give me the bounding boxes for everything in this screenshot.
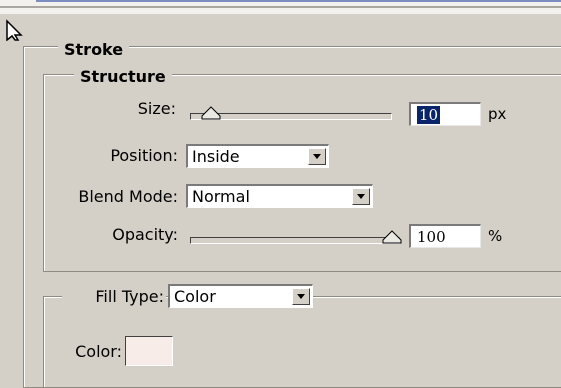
color-swatch[interactable] xyxy=(125,336,173,366)
size-label: Size: xyxy=(137,99,176,118)
size-value: 10 xyxy=(417,106,441,124)
position-dropdown-button[interactable] xyxy=(308,148,326,165)
position-value: Inside xyxy=(192,147,240,166)
structure-title: Structure xyxy=(74,68,172,86)
size-slider-thumb[interactable] xyxy=(201,106,221,120)
top-divider xyxy=(0,6,561,8)
color-label: Color: xyxy=(75,342,122,361)
blend-mode-label: Blend Mode: xyxy=(78,187,178,206)
size-input[interactable]: 10 xyxy=(409,102,481,126)
fill-type-select[interactable]: Color xyxy=(168,284,313,308)
chevron-down-icon xyxy=(313,154,321,159)
chevron-down-icon xyxy=(297,294,305,299)
stroke-title: Stroke xyxy=(58,41,130,59)
chevron-down-icon xyxy=(357,194,365,199)
size-unit: px xyxy=(488,105,507,123)
cursor-icon xyxy=(6,19,23,41)
opacity-unit: % xyxy=(488,227,503,245)
opacity-slider-track[interactable] xyxy=(190,237,400,244)
fill-type-label: Fill Type: xyxy=(62,287,166,307)
fill-type-value: Color xyxy=(174,287,216,306)
opacity-value: 100 xyxy=(417,228,446,246)
blend-mode-value: Normal xyxy=(192,187,250,206)
blend-mode-select[interactable]: Normal xyxy=(186,184,373,208)
position-label: Position: xyxy=(110,146,178,165)
fill-type-dropdown-button[interactable] xyxy=(292,288,310,305)
blend-mode-dropdown-button[interactable] xyxy=(352,188,370,205)
opacity-input[interactable]: 100 xyxy=(409,224,481,248)
top-accent-line xyxy=(36,0,561,2)
opacity-slider-thumb[interactable] xyxy=(382,230,402,244)
position-select[interactable]: Inside xyxy=(186,144,329,168)
opacity-label: Opacity: xyxy=(112,225,178,244)
